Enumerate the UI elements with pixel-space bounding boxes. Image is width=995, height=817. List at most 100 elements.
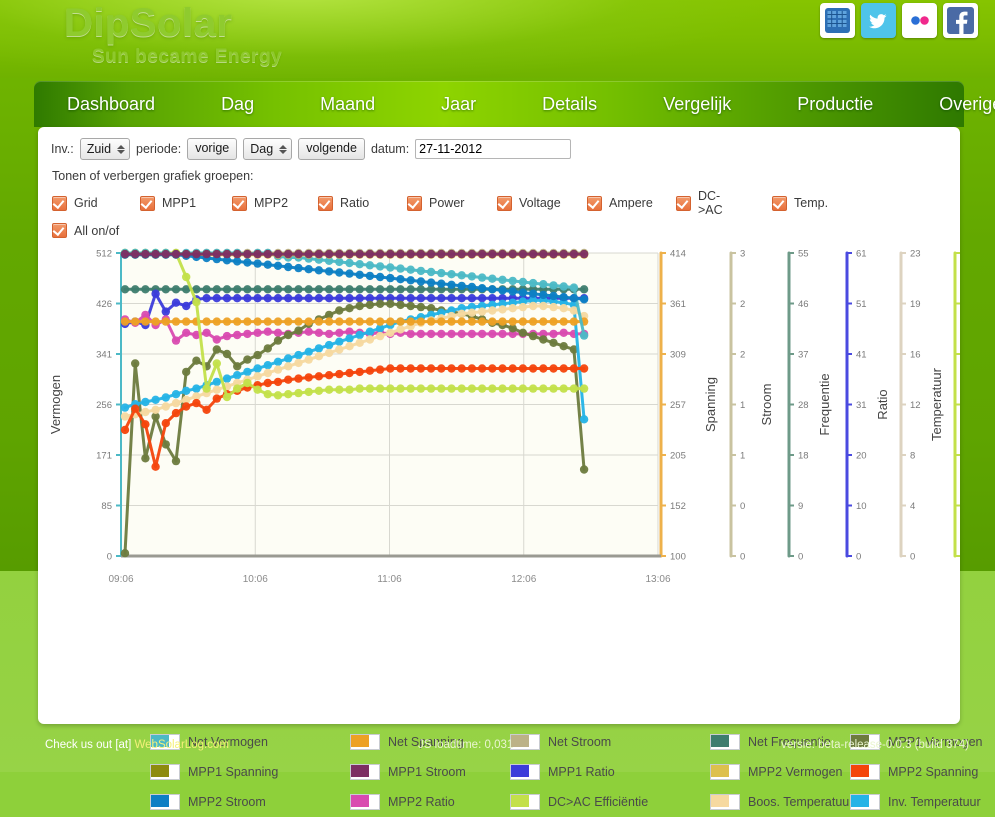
checkbox-power[interactable]: Power [407, 189, 497, 217]
checkbox-label: Ratio [340, 196, 369, 210]
checkbox-mpp2[interactable]: MPP2 [232, 189, 318, 217]
svg-text:Spanning: Spanning [703, 377, 718, 432]
filter-toolbar: Inv.: Zuid periode: vorige Dag volgende … [38, 127, 960, 160]
checkbox-dc-to-ac[interactable]: DC->AC [676, 189, 741, 217]
site-logo[interactable]: DipSolar Sun became Energy [64, 2, 394, 70]
chevron-updown-icon [279, 145, 287, 154]
checkbox-label: Grid [74, 196, 98, 210]
legend-label: MPP1 Spanning [188, 765, 278, 779]
nav-item-details[interactable]: Details [521, 94, 618, 115]
svg-text:0: 0 [910, 552, 915, 563]
footer-loadtime: JS loadtime: 0,031 [418, 739, 513, 751]
legend-label: MPP1 Ratio [548, 765, 615, 779]
legend-swatch [510, 764, 540, 780]
nav-item-dashboard[interactable]: Dashboard [46, 94, 176, 115]
next-button[interactable]: volgende [298, 138, 365, 160]
svg-text:18: 18 [798, 451, 809, 462]
svg-text:0: 0 [740, 501, 745, 512]
svg-text:0: 0 [798, 552, 803, 563]
svg-text:Frequentie: Frequentie [817, 373, 832, 435]
svg-text:0: 0 [107, 552, 112, 563]
legend-label: MPP2 Ratio [388, 795, 455, 809]
checkbox-checked-icon [140, 196, 155, 211]
svg-text:10:06: 10:06 [243, 574, 268, 585]
legend-swatch [710, 764, 740, 780]
period-select-value: Dag [250, 142, 273, 156]
svg-text:257: 257 [670, 400, 686, 411]
svg-text:85: 85 [101, 501, 112, 512]
checkbox-temp[interactable]: Temp. [772, 189, 828, 217]
svg-text:12:06: 12:06 [511, 574, 536, 585]
legend-item[interactable]: MPP1 Ratio [510, 764, 710, 780]
footer-credit-link[interactable]: WebSolarLog.com [135, 739, 229, 751]
nav-item-jaar[interactable]: Jaar [420, 94, 497, 115]
nav-item-vergelijk[interactable]: Vergelijk [642, 94, 752, 115]
svg-text:4: 4 [910, 501, 915, 512]
previous-button[interactable]: vorige [187, 138, 237, 160]
svg-text:55: 55 [798, 249, 809, 260]
inverter-select[interactable]: Zuid [80, 138, 130, 160]
nav-item-maand[interactable]: Maand [299, 94, 396, 115]
checkbox-checked-icon [407, 196, 422, 211]
svg-text:46: 46 [798, 299, 809, 310]
legend-item[interactable]: MPP1 Spanning [150, 764, 350, 780]
svg-text:12: 12 [910, 400, 921, 411]
svg-text:8: 8 [910, 451, 915, 462]
legend-swatch [850, 794, 880, 810]
nav-item-overige[interactable]: Overige [918, 94, 995, 115]
svg-text:28: 28 [798, 400, 809, 411]
period-select[interactable]: Dag [243, 138, 292, 160]
legend-item[interactable]: MPP2 Stroom [150, 794, 350, 810]
svg-text:512: 512 [96, 249, 112, 260]
legend-item[interactable]: DC>AC Efficiëntie [510, 794, 710, 810]
svg-text:341: 341 [96, 350, 112, 361]
svg-text:13:06: 13:06 [645, 574, 670, 585]
legend-item[interactable]: MPP2 Ratio [350, 794, 510, 810]
svg-text:Ratio: Ratio [875, 389, 890, 419]
chart-container: 085171256341426512Vermogen10015220525730… [38, 243, 960, 593]
footer-version: versie: beta-release-0.0.3 (build 374) [781, 739, 969, 751]
period-label: periode: [136, 142, 181, 156]
facebook-icon[interactable] [943, 3, 978, 38]
legend-item[interactable]: Inv. Temperatuur [850, 787, 995, 817]
svg-text:37: 37 [798, 350, 809, 361]
legend-swatch [150, 794, 180, 810]
checkbox-all-onoff[interactable]: All on/of [52, 223, 119, 238]
nav-list: Dashboard Dag Maand Jaar Details Vergeli… [34, 81, 964, 127]
svg-text:2: 2 [740, 299, 745, 310]
svg-text:414: 414 [670, 249, 686, 260]
checkbox-grid[interactable]: Grid [52, 189, 140, 217]
nav-item-productie[interactable]: Productie [776, 94, 894, 115]
legend-item[interactable]: MPP1 Stroom [350, 764, 510, 780]
legend-swatch [710, 794, 740, 810]
svg-text:309: 309 [670, 350, 686, 361]
solar-panel-icon[interactable] [820, 3, 855, 38]
checkbox-mpp1[interactable]: MPP1 [140, 189, 232, 217]
checkbox-voltage[interactable]: Voltage [497, 189, 587, 217]
checkbox-checked-icon [587, 196, 602, 211]
checkbox-checked-icon [497, 196, 512, 211]
checkbox-label: MPP1 [162, 196, 196, 210]
checkbox-label: Ampere [609, 196, 653, 210]
svg-text:Stroom: Stroom [759, 384, 774, 426]
svg-text:Vermogen: Vermogen [48, 375, 63, 434]
production-chart[interactable]: 085171256341426512Vermogen10015220525730… [38, 243, 960, 593]
nav-item-dag[interactable]: Dag [200, 94, 275, 115]
svg-text:41: 41 [856, 350, 867, 361]
checkbox-label: Temp. [794, 196, 828, 210]
twitter-icon[interactable] [861, 3, 896, 38]
date-input[interactable] [415, 139, 571, 159]
footer-credit[interactable]: Check us out [at] WebSolarLog.com [45, 739, 229, 751]
flickr-icon[interactable] [902, 3, 937, 38]
group-checkbox-row-1: Grid MPP1 MPP2 Ratio Power Voltage Amper… [38, 183, 960, 217]
checkbox-ratio[interactable]: Ratio [318, 189, 407, 217]
checkbox-ampere[interactable]: Ampere [587, 189, 676, 217]
svg-text:31: 31 [856, 400, 867, 411]
page-footer: Check us out [at] WebSolarLog.com JS loa… [0, 735, 995, 759]
legend-label: MPP2 Vermogen [748, 765, 843, 779]
svg-text:2: 2 [740, 350, 745, 361]
footer-credit-prefix: Check us out [at] [45, 739, 135, 751]
svg-text:19: 19 [910, 299, 921, 310]
inverter-label: Inv.: [51, 142, 74, 156]
legend-item[interactable]: MPP2 Spanning [850, 757, 995, 787]
